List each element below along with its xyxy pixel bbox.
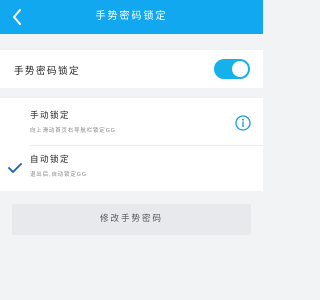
modify-gesture-password-button[interactable]: 修改手势密码 [12, 204, 251, 235]
gesture-lock-setting-row: 手势密码锁定 [0, 50, 263, 88]
option-description: 退出后,自动锁定GG [30, 172, 87, 178]
option-title: 自动锁定 [30, 155, 71, 165]
option-manual-lock[interactable]: 手动锁定 向上滑动首页右导航栏锁定GG [0, 98, 263, 145]
gesture-lock-label: 手势密码锁定 [14, 66, 81, 77]
app-header: 手势密码锁定 [0, 0, 263, 34]
option-auto-lock[interactable]: 自动锁定 退出后,自动锁定GG [0, 146, 263, 191]
option-description: 向上滑动首页右导航栏锁定GG [30, 128, 116, 134]
toggle-knob [232, 61, 248, 77]
check-icon [8, 163, 22, 173]
gesture-lock-toggle[interactable] [214, 59, 250, 79]
lock-mode-options: 手动锁定 向上滑动首页右导航栏锁定GG 自动锁定 退出后,自动锁定GG [0, 98, 263, 191]
option-title: 手动锁定 [30, 111, 71, 121]
info-icon[interactable] [235, 115, 251, 131]
page-title: 手势密码锁定 [95, 11, 168, 22]
